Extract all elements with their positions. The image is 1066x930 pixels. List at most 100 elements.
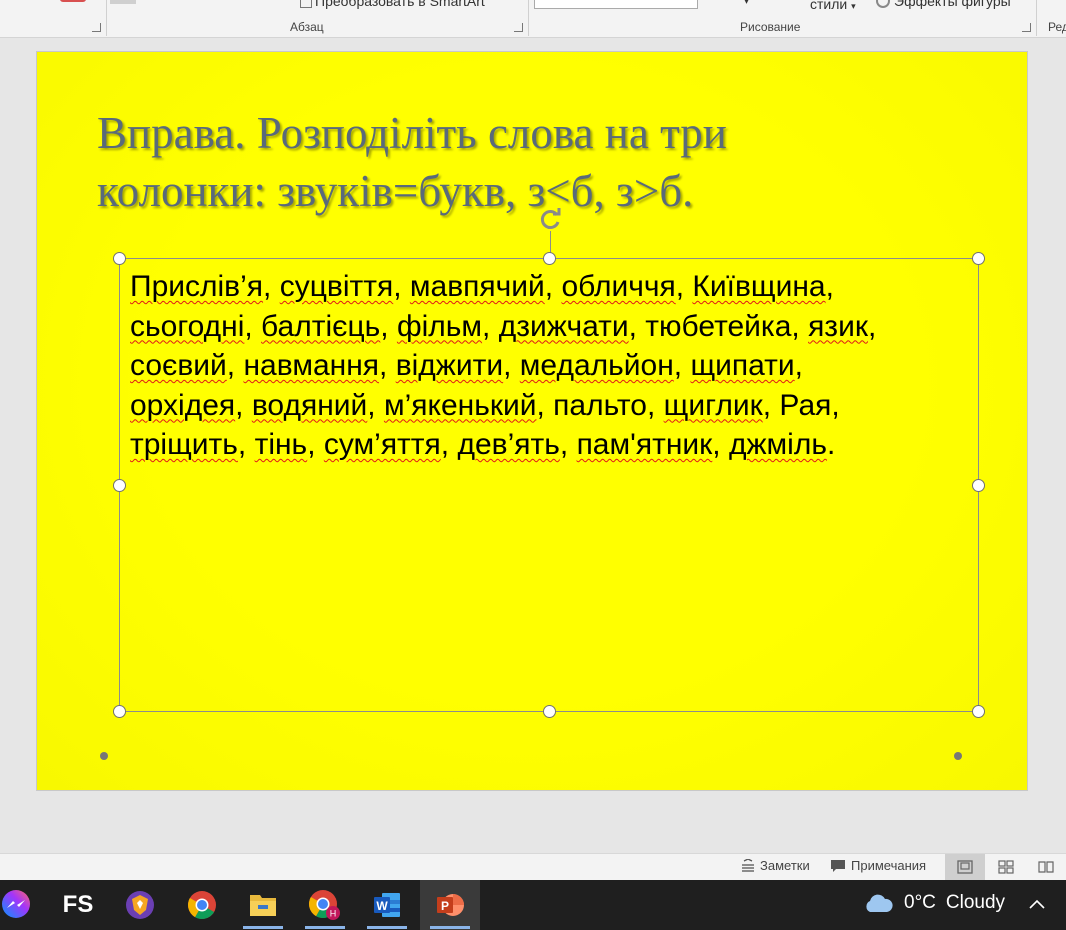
slide-sorter-view-button[interactable] bbox=[986, 854, 1026, 880]
status-bar: Заметки Примечания bbox=[0, 853, 1066, 880]
brave-app[interactable] bbox=[110, 880, 170, 930]
arrange-dropdown-icon[interactable]: ▾ bbox=[744, 0, 749, 7]
file-explorer-icon bbox=[250, 895, 276, 916]
ribbon-top-button[interactable] bbox=[110, 0, 136, 4]
shape-effects-button[interactable]: Эффекты фигуры bbox=[876, 0, 1011, 9]
content-line: сьогодні, балтієць, фільм, дзижчати, тюб… bbox=[130, 307, 970, 347]
running-indicator bbox=[243, 926, 283, 929]
slide[interactable]: Вправа. Розподіліть слова на три колонки… bbox=[36, 51, 1028, 791]
chrome-profile-app[interactable]: H bbox=[295, 880, 355, 930]
svg-text:H: H bbox=[330, 909, 337, 919]
convert-to-smartart-button[interactable]: Преобразовать в SmartArt bbox=[300, 0, 485, 9]
weather-temperature: 0°C bbox=[904, 892, 936, 913]
spellcheck-flagged-word: фільм bbox=[396, 309, 483, 343]
resize-handle-se[interactable] bbox=[972, 705, 985, 718]
resize-handle-s[interactable] bbox=[543, 705, 556, 718]
content-line: Прислів’я, суцвіття, мавпячий, обличчя, … bbox=[130, 267, 970, 307]
content-line: тріщить, тінь, сум’яття, дев’ять, пам'ят… bbox=[130, 425, 970, 465]
editing-group-label: Ред bbox=[1048, 20, 1066, 34]
notes-button[interactable]: Заметки bbox=[741, 858, 810, 873]
running-indicator bbox=[367, 926, 407, 929]
comments-label: Примечания bbox=[851, 858, 927, 873]
paragraph-group-launcher-icon[interactable] bbox=[514, 23, 523, 32]
content-text-segment: , bbox=[307, 428, 324, 461]
content-text-segment: , bbox=[482, 309, 499, 343]
shape-effects-icon bbox=[876, 0, 890, 8]
file-explorer-app[interactable] bbox=[233, 880, 293, 930]
normal-view-button[interactable] bbox=[945, 854, 985, 880]
content-text-segment: , пальто, bbox=[536, 388, 664, 422]
ribbon-separator bbox=[106, 0, 107, 36]
content-text-segment: , bbox=[379, 349, 396, 382]
windows-taskbar: FS H W P 0°C Cloudy bbox=[0, 880, 1066, 930]
font-group-launcher-icon[interactable] bbox=[92, 23, 101, 32]
spellcheck-flagged-word: щипати bbox=[690, 349, 795, 382]
content-text-segment: , bbox=[503, 349, 520, 382]
svg-text:W: W bbox=[376, 899, 388, 913]
content-text-segment: , тюбетейка, bbox=[628, 309, 809, 343]
content-text-segment: , bbox=[712, 428, 729, 461]
powerpoint-app[interactable]: P bbox=[420, 880, 480, 930]
spellcheck-flagged-word: навмання bbox=[243, 349, 380, 382]
running-indicator bbox=[430, 926, 470, 929]
weather-condition: Cloudy bbox=[945, 892, 1006, 913]
content-text-segment: , bbox=[393, 270, 410, 303]
content-text-segment: , bbox=[244, 309, 262, 343]
brave-icon bbox=[126, 891, 154, 919]
content-text[interactable]: Прислів’я, суцвіття, мавпячий, обличчя , … bbox=[130, 267, 970, 465]
fs-app[interactable]: FS bbox=[48, 880, 108, 930]
spellcheck-flagged-word: суцвіття bbox=[279, 270, 394, 303]
resize-handle-sw[interactable] bbox=[113, 705, 126, 718]
spellcheck-flagged-word: Київщина bbox=[692, 270, 826, 303]
content-text-segment: , bbox=[235, 388, 252, 422]
slide-title[interactable]: Вправа. Розподіліть слова на три колонки… bbox=[97, 104, 897, 220]
comment-icon bbox=[831, 859, 845, 872]
weather-widget[interactable]: 0°C Cloudy bbox=[862, 892, 1005, 914]
smartart-label: Преобразовать в SmartArt bbox=[315, 0, 485, 9]
word-app[interactable]: W bbox=[357, 880, 417, 930]
ribbon-separator bbox=[1036, 0, 1037, 36]
slide-editing-canvas[interactable]: Вправа. Розподіліть слова на три колонки… bbox=[0, 38, 1066, 808]
drawing-group-label: Рисование bbox=[740, 20, 801, 34]
svg-text:P: P bbox=[441, 899, 449, 913]
reading-view-button[interactable] bbox=[1026, 854, 1066, 880]
slide-decoration-dot bbox=[100, 752, 108, 760]
rotate-handle-icon[interactable] bbox=[536, 205, 564, 233]
shapes-gallery[interactable] bbox=[534, 0, 698, 9]
ribbon-top-left-icon[interactable] bbox=[60, 0, 86, 2]
spellcheck-flagged-word: джміль bbox=[728, 428, 827, 461]
show-hidden-icons-chevron-icon[interactable] bbox=[1028, 894, 1046, 915]
resize-handle-nw[interactable] bbox=[113, 252, 126, 265]
resize-handle-ne[interactable] bbox=[972, 252, 985, 265]
spellcheck-flagged-word: сум’яття bbox=[323, 428, 441, 461]
quick-styles-label: стили bbox=[810, 0, 848, 12]
spellcheck-flagged-word: віджити bbox=[395, 349, 504, 382]
spellcheck-flagged-word: мавпячий bbox=[409, 270, 545, 303]
spellcheck-flagged-word: пам'ятник bbox=[576, 428, 713, 461]
chrome-app[interactable] bbox=[172, 880, 232, 930]
quick-styles-button[interactable]: стили ▾ bbox=[810, 0, 856, 12]
spellcheck-flagged-word: орхідея bbox=[130, 388, 236, 422]
powerpoint-icon: P bbox=[437, 894, 464, 916]
paragraph-group-label: Абзац bbox=[290, 20, 324, 34]
spellcheck-flagged-word: соєвий bbox=[130, 349, 227, 382]
drawing-group-launcher-icon[interactable] bbox=[1022, 23, 1031, 32]
content-line: орхідея, водяний, м’якенький, пальто, щи… bbox=[130, 386, 970, 426]
resize-handle-e[interactable] bbox=[972, 479, 985, 492]
word-icon: W bbox=[374, 893, 400, 917]
messenger-icon bbox=[2, 890, 30, 918]
spellcheck-flagged-word: тріщить bbox=[130, 428, 238, 461]
messenger-app[interactable] bbox=[0, 880, 46, 930]
content-text-segment: , bbox=[440, 428, 458, 461]
resize-handle-n[interactable] bbox=[543, 252, 556, 265]
chrome-profile-icon: H bbox=[309, 890, 340, 920]
spellcheck-flagged-word: дзижчати bbox=[498, 309, 629, 343]
content-placeholder[interactable]: Прислів’я, суцвіття, мавпячий, обличчя , … bbox=[113, 208, 985, 718]
resize-handle-w[interactable] bbox=[113, 479, 126, 492]
content-text-segment: , bbox=[226, 349, 244, 382]
comments-button[interactable]: Примечания bbox=[830, 858, 926, 873]
ribbon-separator bbox=[528, 0, 529, 36]
spellcheck-flagged-word: медальйон bbox=[519, 349, 674, 382]
chrome-icon bbox=[188, 891, 216, 919]
spellcheck-flagged-word: тінь bbox=[254, 428, 308, 461]
